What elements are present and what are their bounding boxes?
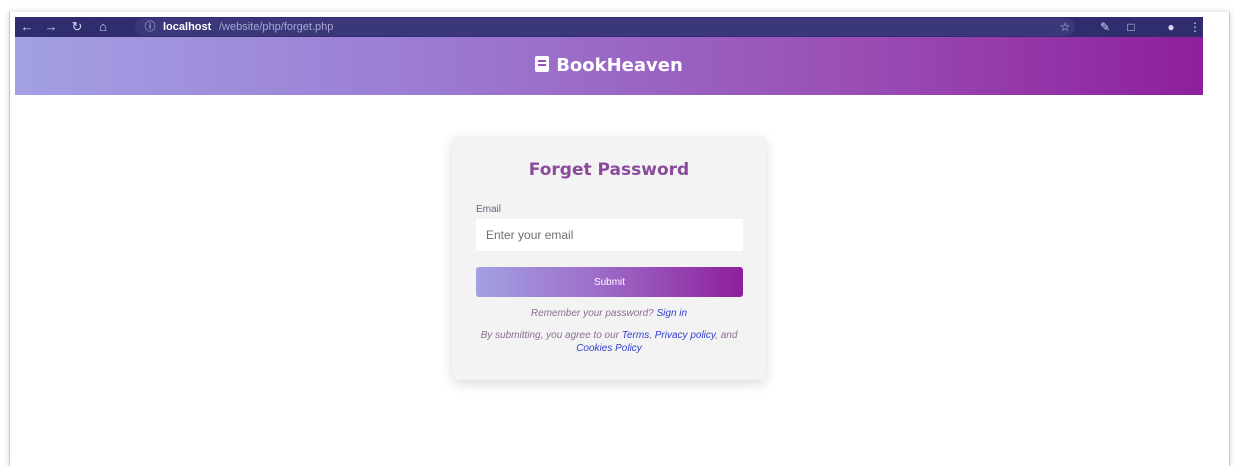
legal-and: , and (715, 330, 738, 341)
address-bar[interactable]: ⓘ localhost /website/php/forget.php (135, 18, 1075, 36)
page-title: Forget Password (528, 160, 690, 180)
brand[interactable]: BookHeaven (15, 37, 1203, 95)
sign-in-link[interactable]: Sign in (657, 308, 688, 319)
submit-button[interactable]: Submit (476, 267, 743, 297)
email-label: Email (476, 204, 502, 215)
back-icon[interactable]: ← (19, 18, 35, 36)
legal-text: By submitting, you agree to our Terms, P… (470, 329, 748, 355)
legal-prefix: By submitting, you agree to our (480, 330, 619, 341)
screenshot-frame: ← → ↻ ⌂ ⓘ localhost /website/php/forget.… (0, 0, 1235, 466)
url-path: /website/php/forget.php (219, 21, 334, 33)
forget-password-card: Forget Password Email Submit Remember yo… (452, 136, 766, 380)
site-header: BookHeaven (15, 37, 1203, 95)
reload-icon[interactable]: ↻ (69, 18, 85, 36)
pencil-icon[interactable]: ✎ (1097, 18, 1113, 36)
remember-prompt: Remember your password? (530, 308, 654, 319)
book-icon (535, 56, 550, 72)
cookies-policy-link[interactable]: Cookies Policy (576, 343, 642, 354)
star-icon[interactable]: ☆ (1057, 18, 1073, 36)
home-icon[interactable]: ⌂ (95, 18, 111, 36)
forward-icon[interactable]: → (43, 18, 59, 36)
url-host: localhost (163, 21, 212, 33)
brand-name: BookHeaven (556, 55, 683, 76)
avatar[interactable]: ● (1163, 18, 1179, 36)
privacy-policy-link[interactable]: Privacy policy (655, 330, 715, 341)
remember-text: Remember your password? Sign in (452, 308, 766, 319)
terms-link[interactable]: Terms (622, 330, 649, 341)
site-info-icon[interactable]: ⓘ (143, 18, 157, 36)
browser-toolbar: ← → ↻ ⌂ ⓘ localhost /website/php/forget.… (15, 17, 1203, 37)
email-field[interactable] (476, 219, 743, 251)
kebab-menu-icon[interactable]: ⋮ (1187, 18, 1203, 36)
legal-separator: , (649, 330, 652, 341)
extension-icon[interactable]: □ (1123, 18, 1139, 36)
